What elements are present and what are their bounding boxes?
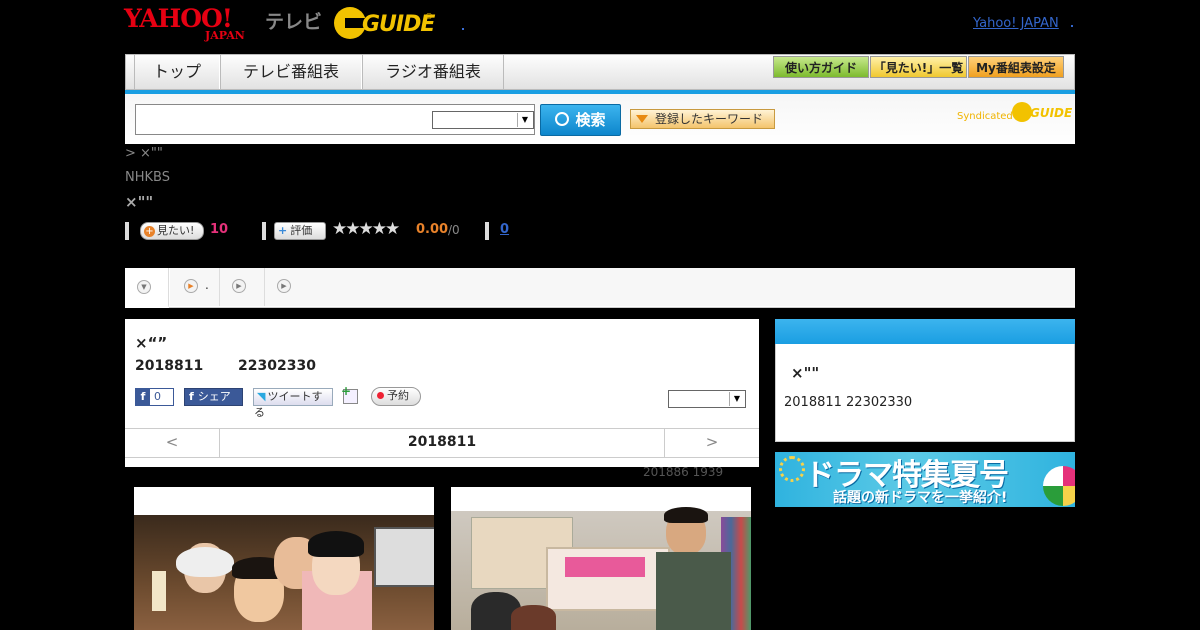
info-divider — [485, 222, 489, 240]
poster-band-image — [565, 557, 645, 577]
info-divider — [262, 222, 266, 240]
search-genre-select[interactable]: ▼ — [432, 111, 534, 129]
tweet-button[interactable]: ◥ ツイートする — [253, 388, 333, 419]
rate-label: 評価 — [290, 224, 313, 237]
beach-umbrella-icon — [1043, 466, 1075, 506]
sidebar-title: ×"" — [791, 364, 820, 382]
info-divider — [125, 222, 129, 240]
sidebar-header — [775, 319, 1075, 344]
person-hair-image — [664, 507, 708, 523]
comment-count-link[interactable]: 0 — [500, 222, 509, 237]
chevron-down-icon: ▼ — [517, 113, 532, 127]
syndicated-label: Syndicated — [957, 111, 1013, 122]
card-select[interactable]: ▼ — [668, 390, 746, 408]
registered-mark: ® — [425, 12, 433, 21]
play-icon: ▶ — [277, 279, 291, 293]
program-photo-2[interactable] — [451, 487, 751, 630]
person-hair-image — [176, 547, 234, 577]
mitai-count: 10 — [210, 222, 229, 237]
nav-tab-tv-schedule[interactable]: テレビ番組表 — [220, 55, 362, 89]
mitai-list-button[interactable]: 「見たい!」一覧 — [870, 56, 967, 78]
tab-3[interactable]: ▶ — [220, 268, 265, 306]
play-icon: ▶ — [232, 279, 246, 293]
facebook-count: 0 — [154, 390, 161, 403]
facebook-share-button[interactable]: f シェア — [184, 388, 243, 406]
tv-logo[interactable]: テレビ — [265, 7, 322, 34]
calendar-add-icon[interactable]: + — [341, 384, 358, 404]
mitai-label: 見たい! — [157, 224, 195, 237]
channel-name[interactable]: NHKBS — [125, 170, 170, 185]
paper-lantern-image — [152, 571, 166, 611]
next-day-button[interactable]: > — [664, 428, 759, 458]
chevron-down-icon: ▼ — [729, 392, 744, 406]
person-hair-image — [308, 531, 364, 557]
wall-sign-image — [374, 527, 434, 587]
plus-icon: + — [144, 226, 155, 237]
reserve-label: 予約 — [387, 389, 409, 402]
gguide-logo[interactable]: GUIDE — [362, 12, 435, 37]
rate-button[interactable]: + 評価 — [274, 222, 326, 240]
plus-icon: + — [278, 224, 288, 237]
plus-icon: + — [341, 384, 352, 398]
card-title: ×“” — [135, 334, 168, 352]
header-dot — [462, 28, 464, 30]
search-button[interactable]: 検索 — [540, 104, 621, 136]
search-icon — [555, 112, 570, 126]
header-link-dot — [1071, 25, 1073, 27]
yahoo-japan-logo-sub: JAPAN — [205, 29, 245, 42]
tab-2[interactable]: ▶ . — [170, 268, 220, 306]
nav-tab-top[interactable]: トップ — [134, 55, 220, 89]
breadcrumb[interactable]: > ×"" — [125, 146, 163, 161]
twitter-bird-icon: ◥ — [257, 390, 266, 403]
rating-total: /0 — [448, 223, 460, 237]
program-photo-1[interactable] — [134, 487, 434, 630]
update-note: 201886 1939 — [643, 465, 724, 479]
card-date: 2018811 — [135, 358, 204, 374]
banner-subtitle: 話題の新ドラマを一挙紹介! — [833, 490, 1008, 506]
facebook-icon: f — [189, 390, 194, 403]
facebook-like-button[interactable]: f0 — [135, 388, 174, 406]
syndicated-g-icon — [1012, 102, 1032, 122]
search-button-label: 検索 — [575, 111, 606, 129]
mitai-button[interactable]: + 見たい! — [140, 222, 204, 240]
prev-day-button[interactable]: < — [125, 428, 220, 458]
record-dot-icon — [377, 392, 384, 399]
sidebar-datetime: 2018811 22302330 — [784, 395, 913, 410]
rating-stars-icon: ★★★★★ — [332, 219, 400, 239]
chevron-down-icon: ▼ — [137, 280, 151, 294]
my-schedule-button[interactable]: My番組表設定 — [968, 56, 1064, 78]
rating-value: 0.00 — [416, 222, 449, 237]
pager-date: 2018811 — [407, 434, 477, 450]
facebook-icon: f — [136, 389, 150, 405]
reserve-button[interactable]: 予約 — [371, 387, 421, 406]
nav-tab-radio-schedule[interactable]: ラジオ番組表 — [362, 55, 504, 89]
program-title: ×"" — [125, 193, 154, 211]
drama-special-banner[interactable]: ドラマ特集夏号 話題の新ドラマを一挙紹介! — [775, 452, 1075, 507]
syndicated-logo: GUIDE — [1030, 106, 1073, 120]
card-time: 22302330 — [238, 358, 316, 374]
yahoo-japan-link[interactable]: Yahoo! JAPAN — [973, 16, 1059, 31]
play-icon: ▶ — [184, 279, 198, 293]
guide-button[interactable]: 使い方ガイド — [773, 56, 869, 78]
tab-1[interactable]: ▼ — [125, 268, 169, 308]
person-clothing-image — [656, 552, 731, 630]
registered-keyword-button[interactable]: 登録したキーワード — [630, 109, 775, 129]
tab-4[interactable]: ▶ — [265, 268, 1075, 306]
tab-2-label: . — [205, 278, 209, 292]
person-image — [511, 605, 556, 630]
share-label: シェア — [197, 390, 231, 403]
sun-icon — [779, 456, 805, 482]
